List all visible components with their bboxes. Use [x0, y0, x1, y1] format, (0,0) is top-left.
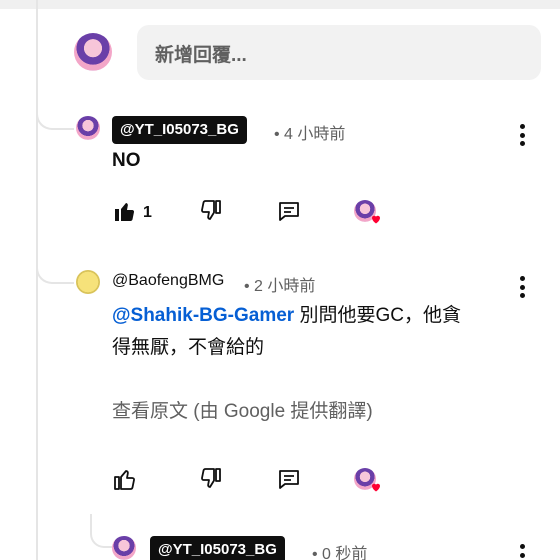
top-strip: [0, 0, 560, 9]
comment-text: @Shahik-BG-Gamer 別問他要GC，他貪 得無厭，不會給的: [112, 300, 522, 364]
current-user-avatar: [74, 33, 112, 71]
reply-icon: [279, 202, 299, 221]
like-icon: [115, 203, 135, 221]
like-button[interactable]: [112, 466, 138, 492]
thread-connector: [90, 514, 112, 548]
avatar[interactable]: [112, 536, 136, 560]
mention-link[interactable]: @Shahik-BG-Gamer: [112, 305, 294, 326]
heart-icon: [372, 215, 380, 224]
comment-author-handle[interactable]: @YT_I05073_BG: [150, 536, 285, 560]
like-icon: [114, 470, 135, 490]
avatar[interactable]: [76, 270, 100, 294]
more-vert-icon[interactable]: [519, 276, 525, 298]
comment-timestamp[interactable]: • 4 小時前: [274, 120, 345, 144]
dislike-icon: [201, 468, 221, 488]
comment-text-line2: 得無厭，不會給的: [112, 337, 265, 358]
thread-line: [36, 0, 38, 560]
more-vert-icon[interactable]: [519, 124, 525, 146]
reply-button[interactable]: [276, 198, 302, 224]
reply-button[interactable]: [276, 466, 302, 492]
reply-input[interactable]: 新增回覆...: [137, 25, 541, 80]
comment-text: NO: [112, 150, 141, 171]
heart-icon: [372, 483, 380, 492]
dislike-icon: [201, 200, 221, 220]
comment-text-line1: 別問他要GC，他貪: [294, 305, 461, 326]
thread-connector: [36, 92, 74, 130]
more-vert-icon[interactable]: [519, 544, 525, 560]
like-count: 1: [143, 204, 152, 221]
see-original-link[interactable]: 查看原文 (由 Google 提供翻譯): [112, 396, 373, 423]
dislike-button[interactable]: [198, 466, 224, 492]
comment-author-handle[interactable]: @BaofengBMG: [112, 272, 224, 290]
comment-timestamp[interactable]: • 0 秒前: [312, 540, 367, 560]
avatar[interactable]: [76, 116, 100, 140]
comment-timestamp[interactable]: • 2 小時前: [244, 272, 315, 296]
dislike-button[interactable]: [198, 198, 224, 224]
comment-author-handle[interactable]: @YT_I05073_BG: [112, 116, 247, 144]
like-button[interactable]: [112, 198, 138, 224]
thread-connector: [36, 246, 74, 284]
reply-icon: [279, 470, 299, 489]
